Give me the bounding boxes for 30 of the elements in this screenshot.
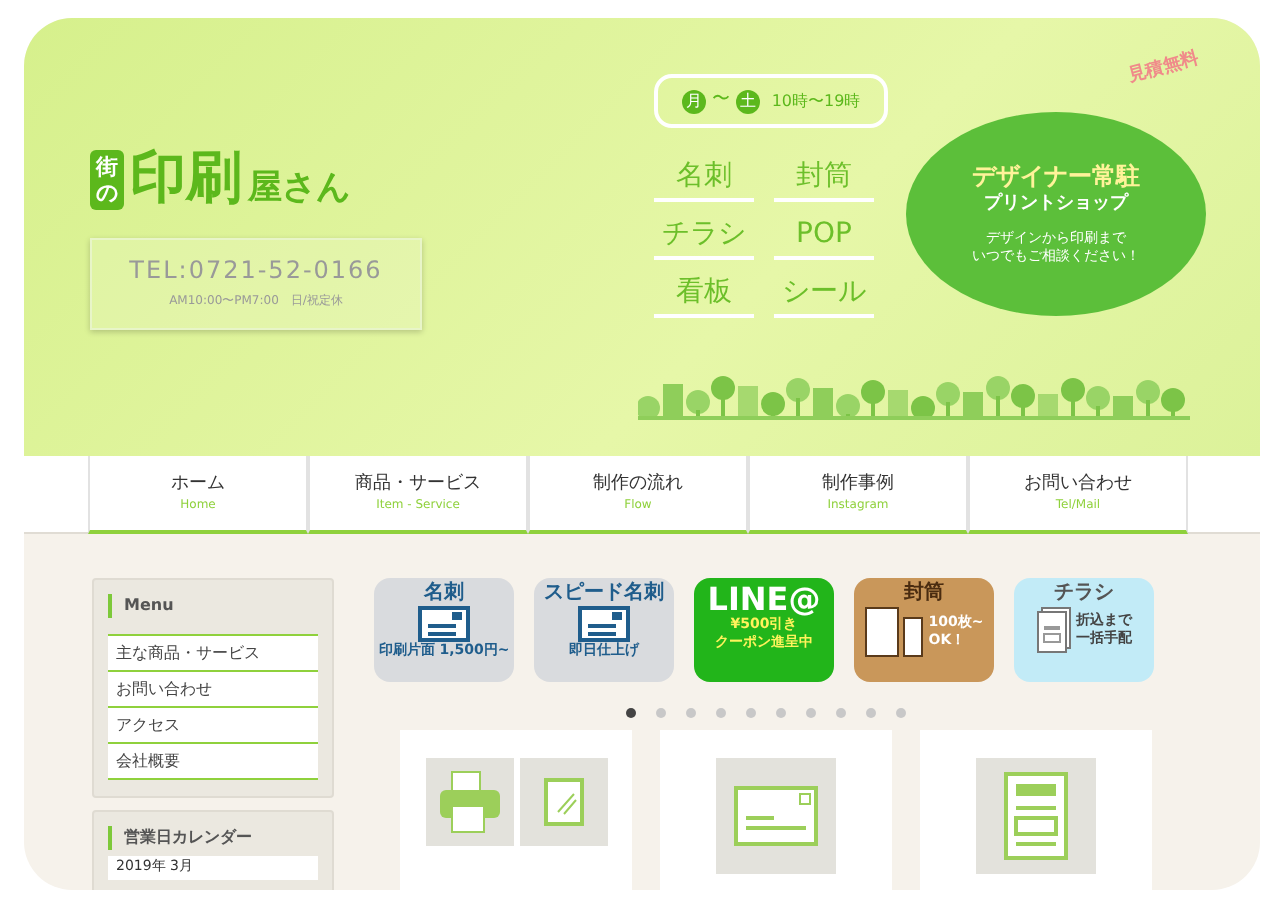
promo-title: デザイナー常駐 <box>972 162 1140 192</box>
panel-title: 営業日カレンダー <box>108 826 318 850</box>
sidebar-menu-item[interactable]: 主な商品・サービス <box>108 634 318 670</box>
banner-title: スピード名刺 <box>544 582 664 606</box>
sidebar-menu-item[interactable]: アクセス <box>108 706 318 742</box>
envelope-icon <box>864 606 925 658</box>
panel-title: Menu <box>108 594 318 618</box>
printer-icon <box>435 768 503 836</box>
business-card-icon <box>418 606 470 642</box>
flyer-icon <box>1002 770 1070 862</box>
day-badge: 月 <box>681 89 706 113</box>
product-card[interactable] <box>660 730 892 890</box>
product-card[interactable] <box>400 730 632 890</box>
paper-icon <box>541 776 585 828</box>
banner-title: チラシ <box>1054 582 1114 606</box>
hours-text: 10時〜19時 <box>771 89 861 113</box>
free-estimate-tag: 見積無料 <box>1126 49 1202 89</box>
sidebar-menu-item[interactable]: お問い合わせ <box>108 670 318 706</box>
document-icon <box>1036 606 1072 654</box>
banner-title: 封筒 <box>904 582 944 606</box>
day-badge: 土 <box>735 89 760 113</box>
promo-subtitle: プリントショップ <box>984 192 1128 218</box>
banner-title: LINE@ <box>707 582 821 616</box>
phone-number: TEL:0721-52-0166 <box>129 256 383 286</box>
range-separator: 〜 <box>711 87 730 114</box>
sidebar-menu-item[interactable]: 会社概要 <box>108 742 318 780</box>
business-card-icon <box>578 606 630 642</box>
banner-title: 名刺 <box>424 582 464 606</box>
envelope-icon <box>732 784 820 848</box>
product-card[interactable] <box>920 730 1152 890</box>
